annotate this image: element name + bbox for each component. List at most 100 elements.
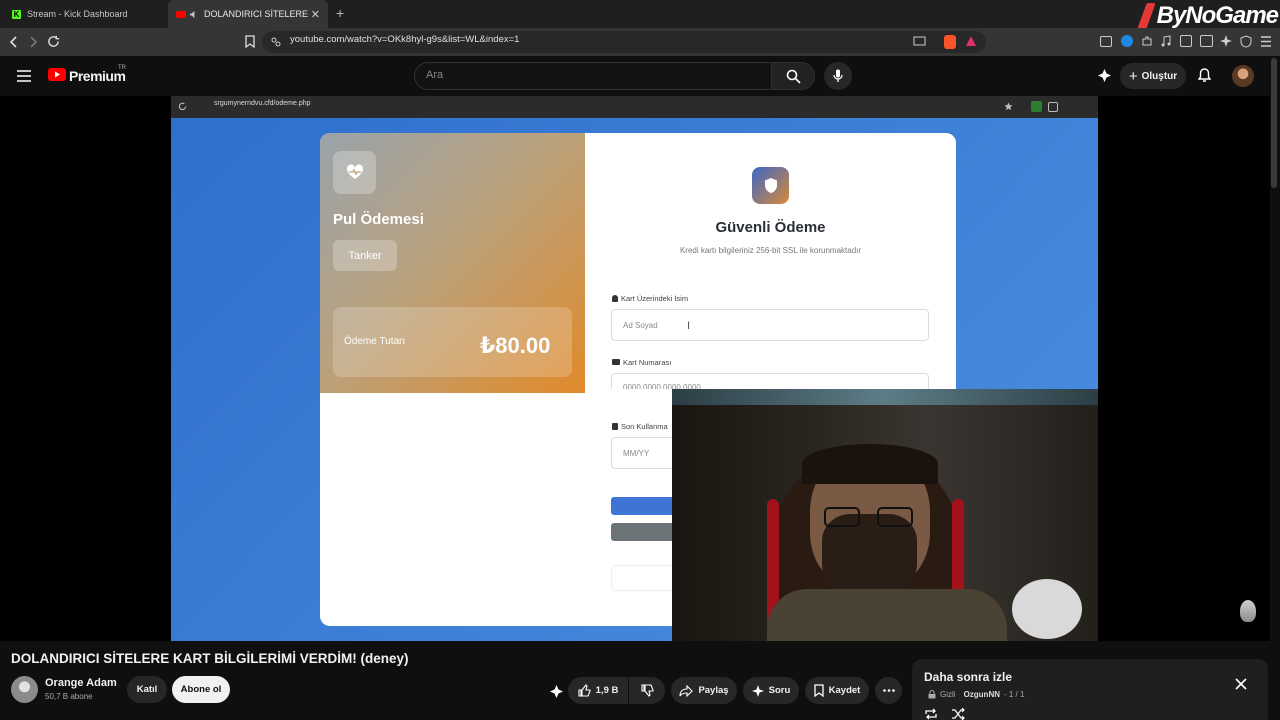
form-title: Güvenli Ödeme xyxy=(715,219,826,236)
background-curtain xyxy=(672,389,1098,405)
close-icon[interactable] xyxy=(1233,676,1249,692)
lock-icon xyxy=(928,690,936,699)
bookmark-icon[interactable] xyxy=(245,35,255,48)
extension-icon[interactable] xyxy=(1121,35,1133,47)
user-avatar[interactable] xyxy=(1232,65,1254,87)
extension-icon[interactable] xyxy=(1100,36,1112,47)
kick-icon: K xyxy=(12,9,21,19)
person-shirt xyxy=(767,589,1007,641)
forward-icon[interactable] xyxy=(27,36,39,48)
text-cursor-icon: I xyxy=(687,320,691,332)
search-input[interactable] xyxy=(414,62,772,90)
sparkle-tools-icon[interactable] xyxy=(1097,68,1112,83)
more-actions-button[interactable] xyxy=(875,677,902,704)
back-icon[interactable] xyxy=(8,36,20,48)
glasses xyxy=(824,507,860,527)
create-button[interactable]: + Oluştur xyxy=(1120,63,1186,89)
search-button[interactable] xyxy=(771,62,815,90)
vpn-shield-icon[interactable] xyxy=(1240,35,1252,48)
subscribe-button[interactable]: Abone ol xyxy=(172,676,230,703)
reload-icon[interactable] xyxy=(47,35,60,48)
glasses xyxy=(877,507,913,527)
plush-toy xyxy=(1012,579,1082,639)
voice-search-button[interactable] xyxy=(824,62,852,90)
puzzle-icon[interactable] xyxy=(1141,35,1153,47)
region-code: TR xyxy=(118,65,126,71)
plus-icon: + xyxy=(1128,67,1138,85)
close-tab-icon[interactable]: ✕ xyxy=(311,8,320,21)
search-placeholder: Ara xyxy=(426,69,444,81)
youtube-icon xyxy=(176,10,186,18)
create-label: Oluştur xyxy=(1141,70,1178,82)
tab-title: DOLANDIRICI SİTELERE KART xyxy=(204,9,311,19)
card-name-placeholder: Ad Soyad xyxy=(623,321,658,330)
outline-button[interactable] xyxy=(611,565,673,591)
page-scrollbar[interactable] xyxy=(1271,58,1277,188)
playlist-position: - 1 / 1 xyxy=(1004,690,1025,699)
share-button[interactable]: Paylaş xyxy=(671,677,737,704)
youtube-logo-icon[interactable] xyxy=(48,68,66,81)
search-icon xyxy=(786,69,801,84)
sparkle-icon xyxy=(751,684,764,697)
wallet-icon[interactable] xyxy=(1200,35,1213,47)
extension-icon xyxy=(1048,102,1058,112)
thumbs-up-icon xyxy=(578,684,591,697)
like-button[interactable]: 1,9 B xyxy=(568,677,628,704)
person-hair xyxy=(802,444,938,484)
expiry-placeholder: MM/YY xyxy=(623,449,650,458)
more-dots-icon xyxy=(882,689,895,692)
watch-later-title[interactable]: Daha sonra izle xyxy=(924,670,1012,684)
brave-rewards-icon[interactable] xyxy=(965,35,977,47)
user-icon xyxy=(612,295,618,302)
ask-label: Soru xyxy=(768,685,791,696)
penguin-overlay-icon xyxy=(1240,600,1256,622)
tab-youtube-video[interactable]: DOLANDIRICI SİTELERE KART ✕ xyxy=(168,0,328,28)
url-text: youtube.com/watch?v=OKk8hyl-g9s&list=WL&… xyxy=(290,34,520,45)
pay-button[interactable] xyxy=(611,497,673,515)
premium-logo[interactable]: Premium xyxy=(69,68,126,84)
bookmark-icon xyxy=(814,684,824,697)
speaker-icon xyxy=(189,10,195,18)
like-count: 1,9 B xyxy=(595,685,619,696)
cast-icon[interactable] xyxy=(913,36,926,47)
channel-avatar[interactable] xyxy=(11,676,38,703)
reload-icon xyxy=(178,102,187,111)
secondary-button[interactable] xyxy=(611,523,673,541)
loop-icon[interactable] xyxy=(924,708,938,720)
calendar-icon xyxy=(612,423,618,430)
amount-value: ₺80.00 xyxy=(480,333,551,358)
notification-bell-icon[interactable] xyxy=(1198,68,1211,83)
new-tab-button[interactable]: + xyxy=(336,5,344,21)
save-button[interactable]: Kaydet xyxy=(805,677,869,704)
card-name-input[interactable] xyxy=(611,309,929,341)
playlist-owner[interactable]: OzgunNN xyxy=(964,690,1000,699)
privacy-label: Gizli xyxy=(940,690,956,699)
card-name-label: Kart Üzerindeki İsim xyxy=(612,294,688,303)
site-info-icon[interactable] xyxy=(271,37,281,47)
dislike-button[interactable] xyxy=(629,677,665,704)
webcam-overlay xyxy=(672,389,1098,641)
shuffle-icon[interactable] xyxy=(951,708,965,720)
hamburger-menu-icon[interactable] xyxy=(17,70,31,82)
menu-icon[interactable] xyxy=(1260,36,1272,47)
credit-card-icon xyxy=(612,359,620,365)
star-icon xyxy=(1004,102,1013,111)
join-button[interactable]: Katıl xyxy=(127,676,167,703)
save-label: Kaydet xyxy=(828,685,861,696)
channel-name[interactable]: Orange Adam xyxy=(45,677,117,689)
microphone-icon xyxy=(833,69,843,82)
brave-shield-icon[interactable] xyxy=(944,35,956,49)
playlist-meta: Gizli OzgunNN - 1 / 1 xyxy=(928,690,1024,699)
amount-label: Ödeme Tutarı xyxy=(344,336,406,347)
sparkle-tools-icon[interactable] xyxy=(549,684,564,699)
payment-title: Pul Ödemesi xyxy=(333,211,424,228)
tab-kick-dashboard[interactable]: K Stream - Kick Dashboard xyxy=(4,0,164,28)
bynogame-logo: ByNoGame xyxy=(1136,2,1279,30)
ask-button[interactable]: Soru xyxy=(743,677,799,704)
music-icon[interactable] xyxy=(1160,35,1172,47)
shield-icon xyxy=(752,167,789,204)
sparkle-icon[interactable] xyxy=(1220,35,1232,47)
sidebar-icon[interactable] xyxy=(1180,35,1192,47)
category-tag: Tanker xyxy=(333,240,397,271)
share-arrow-icon xyxy=(679,684,694,697)
